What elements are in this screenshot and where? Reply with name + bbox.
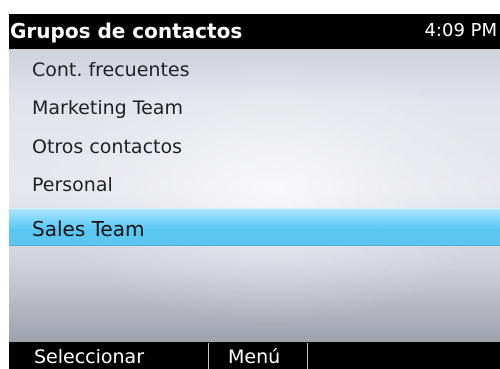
list-item-label: Sales Team [32, 217, 145, 241]
status-time: 4:09 PM [424, 20, 497, 41]
select-softkey[interactable]: Seleccionar [9, 342, 208, 369]
list-item-label: Cont. frecuentes [32, 59, 190, 81]
list-item-otros-contactos[interactable]: Otros contactos [9, 128, 500, 164]
select-softkey-label: Seleccionar [34, 346, 145, 368]
display-frame: Grupos de contactos 4:09 PM Cont. frecue… [9, 14, 500, 369]
list-item-label: Otros contactos [32, 136, 182, 158]
list-item-label: Marketing Team [32, 97, 183, 119]
page-title: Grupos de contactos [10, 19, 243, 43]
title-bar: Grupos de contactos 4:09 PM [9, 14, 500, 49]
menu-softkey-label: Menú [228, 346, 281, 368]
list-item-marketing-team[interactable]: Marketing Team [9, 89, 500, 125]
contact-groups-list: Cont. frecuentes Marketing Team Otros co… [9, 49, 500, 342]
menu-softkey[interactable]: Menú [209, 342, 307, 369]
softkey-bar: Seleccionar Menú [9, 342, 500, 369]
list-item-sales-team[interactable]: Sales Team [9, 208, 500, 246]
list-item-cont-frecuentes[interactable]: Cont. frecuentes [9, 51, 500, 87]
right-softkey[interactable] [308, 342, 500, 369]
phone-screen: Grupos de contactos 4:09 PM Cont. frecue… [0, 0, 500, 369]
list-item-personal[interactable]: Personal [9, 166, 500, 202]
list-item-label: Personal [32, 174, 113, 196]
